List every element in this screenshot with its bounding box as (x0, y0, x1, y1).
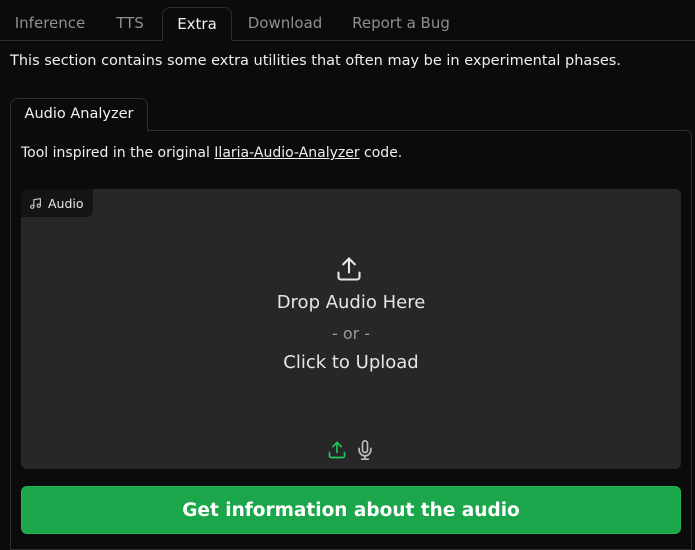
source-upload-icon[interactable] (327, 440, 347, 460)
main-tab-bar: Inference TTS Extra Download Report a Bu… (0, 0, 695, 41)
audio-dropzone[interactable]: Audio Drop Audio Here - or - Click to Up… (21, 189, 681, 469)
tab-tts[interactable]: TTS (102, 7, 158, 40)
upload-icon (337, 257, 361, 281)
microphone-icon[interactable] (355, 440, 375, 460)
audio-input-label: Audio (21, 189, 93, 217)
ilaria-audio-analyzer-link[interactable]: Ilaria-Audio-Analyzer (214, 145, 359, 161)
get-audio-info-button[interactable]: Get information about the audio (21, 486, 681, 534)
drop-audio-text: Drop Audio Here (276, 292, 426, 313)
tab-report-a-bug[interactable]: Report a Bug (343, 7, 459, 40)
tool-description-prefix: Tool inspired in the original (21, 145, 215, 161)
tab-audio-analyzer[interactable]: Audio Analyzer (10, 98, 148, 132)
tab-extra[interactable]: Extra (162, 7, 232, 41)
tool-description: Tool inspired in the original Ilaria-Aud… (21, 145, 402, 161)
or-divider-text: - or - (331, 324, 371, 343)
tab-inference[interactable]: Inference (5, 7, 95, 40)
music-note-icon (30, 197, 41, 209)
click-to-upload-text: Click to Upload (283, 352, 419, 373)
tool-description-suffix: code. (359, 145, 403, 161)
section-description: This section contains some extra utiliti… (10, 53, 621, 69)
audio-label-text: Audio (48, 195, 84, 211)
tab-download[interactable]: Download (238, 7, 332, 40)
sub-tab-bar: Audio Analyzer (10, 98, 695, 132)
